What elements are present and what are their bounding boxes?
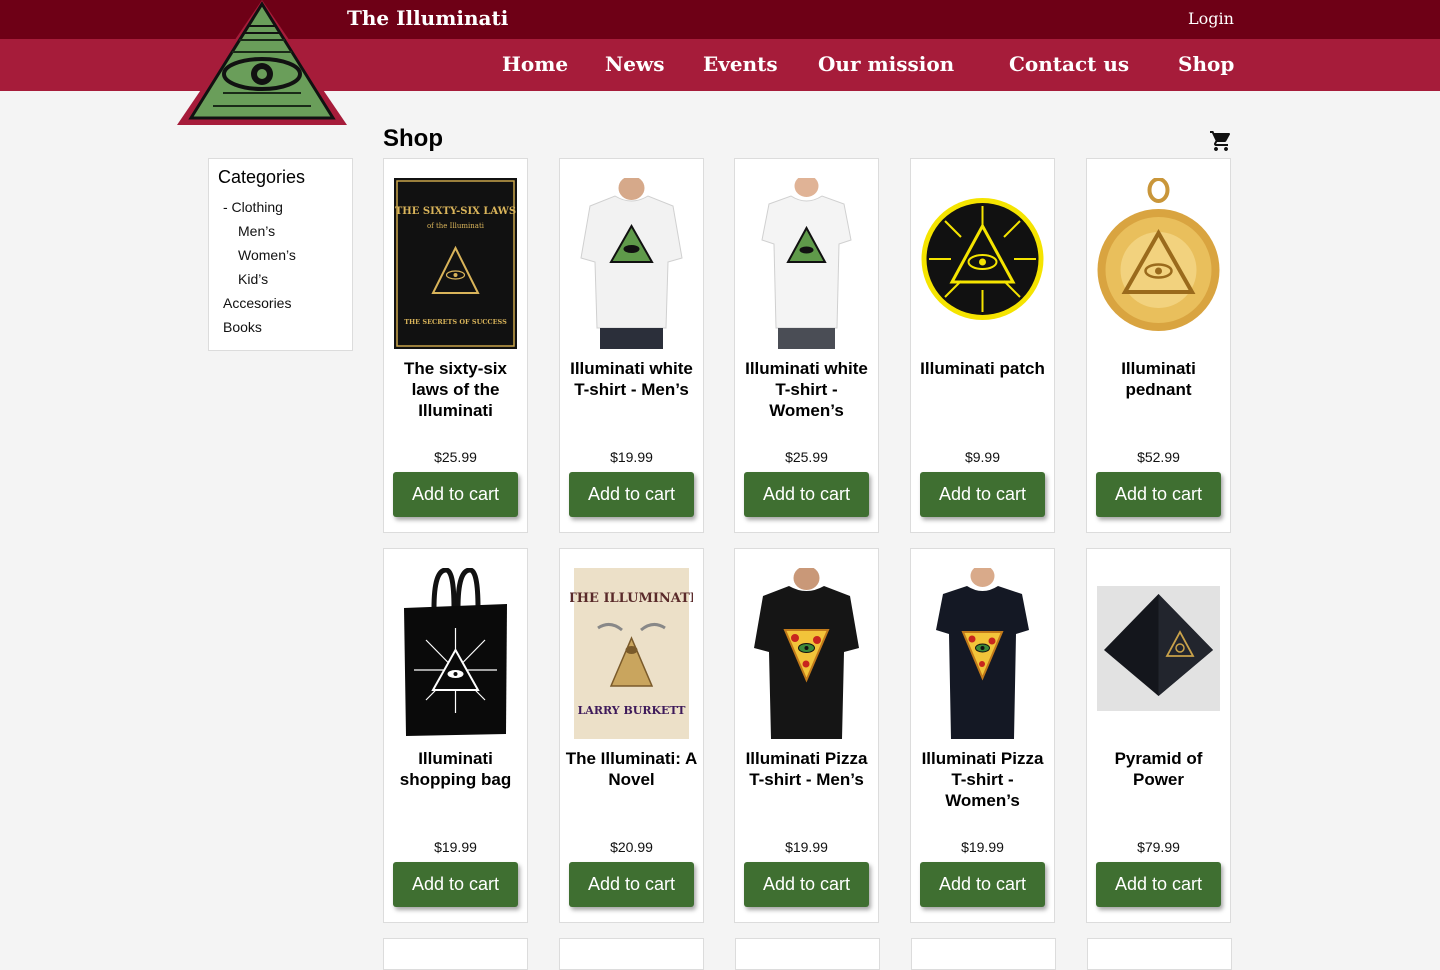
product-name[interactable]: The Illuminati: A Novel <box>564 748 699 790</box>
book-footer-text: THE SECRETS OF SUCCESS <box>404 318 507 326</box>
product-card: Illuminati white T-shirt - Women’s $25.9… <box>734 158 879 533</box>
product-price: $20.99 <box>610 839 653 855</box>
book-title-text: THE SIXTY-SIX LAWS <box>395 206 516 217</box>
category-mens[interactable]: Men’s <box>238 223 275 239</box>
product-image-novel[interactable]: THE ILLUMINATI LARRY BURKETT <box>570 568 693 739</box>
product-card: Illuminati pednant $52.99 Add to cart <box>1086 158 1231 533</box>
product-card: THE ILLUMINATI LARRY BURKETT The Illumin… <box>559 548 704 923</box>
product-name[interactable]: The sixty-six laws of the Illuminati <box>388 358 523 421</box>
category-books[interactable]: Books <box>223 319 262 335</box>
nav-news[interactable]: News <box>605 52 664 76</box>
product-price: $25.99 <box>785 449 828 465</box>
nav-contact-us[interactable]: Contact us <box>1009 52 1129 76</box>
novel-title-text: THE ILLUMINATI <box>570 591 693 606</box>
add-to-cart-button[interactable]: Add to cart <box>393 862 518 907</box>
product-card <box>383 938 528 970</box>
product-image-pizza-tshirt-mens[interactable] <box>745 568 868 739</box>
product-card: Illuminati Pizza T-shirt - Men’s $19.99 … <box>734 548 879 923</box>
product-name[interactable]: Pyramid of Power <box>1091 748 1226 790</box>
nav-events[interactable]: Events <box>703 52 778 76</box>
product-price: $19.99 <box>610 449 653 465</box>
categories-panel: Categories - Clothing Men’s Women’s Kid’… <box>208 158 353 351</box>
category-clothing[interactable]: - Clothing <box>223 199 283 215</box>
product-image-pizza-tshirt-womens[interactable] <box>921 568 1044 739</box>
category-accesories[interactable]: Accesories <box>223 295 291 311</box>
product-card: Pyramid of Power $79.99 Add to cart <box>1086 548 1231 923</box>
product-price: $9.99 <box>964 449 1001 465</box>
product-card: Illuminati shopping bag $19.99 Add to ca… <box>383 548 528 923</box>
illuminati-logo-icon[interactable] <box>177 0 347 125</box>
add-to-cart-button[interactable]: Add to cart <box>1096 472 1221 517</box>
product-name[interactable]: Illuminati shopping bag <box>388 748 523 790</box>
product-price: $19.99 <box>961 839 1004 855</box>
product-image-pyramid[interactable] <box>1097 568 1220 739</box>
login-link[interactable]: Login <box>1188 9 1234 28</box>
category-kids[interactable]: Kid’s <box>238 271 268 287</box>
category-womens[interactable]: Women’s <box>238 247 296 263</box>
product-name[interactable]: Illuminati white T-shirt - Men’s <box>564 358 699 400</box>
product-price: $25.99 <box>434 449 477 465</box>
product-card <box>911 938 1056 970</box>
page-title: Shop <box>383 125 443 152</box>
product-name[interactable]: Illuminati Pizza T-shirt - Men’s <box>739 748 874 790</box>
product-card <box>1087 938 1232 970</box>
product-image-white-tshirt-womens[interactable] <box>745 178 868 349</box>
product-name[interactable]: Illuminati patch <box>915 358 1050 379</box>
book-subtitle-text: of the Illuminati <box>427 222 485 230</box>
product-image-pendant[interactable] <box>1097 178 1220 349</box>
product-image-patch[interactable] <box>921 178 1044 349</box>
product-price: $19.99 <box>785 839 828 855</box>
add-to-cart-button[interactable]: Add to cart <box>569 472 694 517</box>
product-price: $79.99 <box>1137 839 1180 855</box>
product-image-white-tshirt-mens[interactable] <box>570 178 693 349</box>
add-to-cart-button[interactable]: Add to cart <box>1096 862 1221 907</box>
product-card: THE SIXTY-SIX LAWS of the Illuminati THE… <box>383 158 528 533</box>
product-image-shopping-bag[interactable] <box>394 568 517 739</box>
product-image-book[interactable]: THE SIXTY-SIX LAWS of the Illuminati THE… <box>394 178 517 349</box>
product-card: Illuminati patch $9.99 Add to cart <box>910 158 1055 533</box>
add-to-cart-button[interactable]: Add to cart <box>393 472 518 517</box>
product-name[interactable]: Illuminati white T-shirt - Women’s <box>739 358 874 421</box>
product-card: Illuminati Pizza T-shirt - Women’s $19.9… <box>910 548 1055 923</box>
product-card <box>735 938 880 970</box>
add-to-cart-button[interactable]: Add to cart <box>569 862 694 907</box>
shopping-cart-icon[interactable] <box>1209 129 1233 153</box>
add-to-cart-button[interactable]: Add to cart <box>744 862 869 907</box>
add-to-cart-button[interactable]: Add to cart <box>920 472 1045 517</box>
site-title[interactable]: The Illuminati <box>347 6 508 30</box>
product-name[interactable]: Illuminati pednant <box>1091 358 1226 400</box>
product-price: $19.99 <box>434 839 477 855</box>
categories-title: Categories <box>218 167 306 187</box>
nav-home[interactable]: Home <box>502 52 568 76</box>
novel-author-text: LARRY BURKETT <box>578 704 687 717</box>
product-card: Illuminati white T-shirt - Men’s $19.99 … <box>559 158 704 533</box>
product-price: $52.99 <box>1137 449 1180 465</box>
nav-our-mission[interactable]: Our mission <box>818 52 954 76</box>
nav-shop[interactable]: Shop <box>1178 52 1234 76</box>
product-name[interactable]: Illuminati Pizza T-shirt - Women’s <box>915 748 1050 811</box>
product-card <box>559 938 704 970</box>
add-to-cart-button[interactable]: Add to cart <box>744 472 869 517</box>
add-to-cart-button[interactable]: Add to cart <box>920 862 1045 907</box>
